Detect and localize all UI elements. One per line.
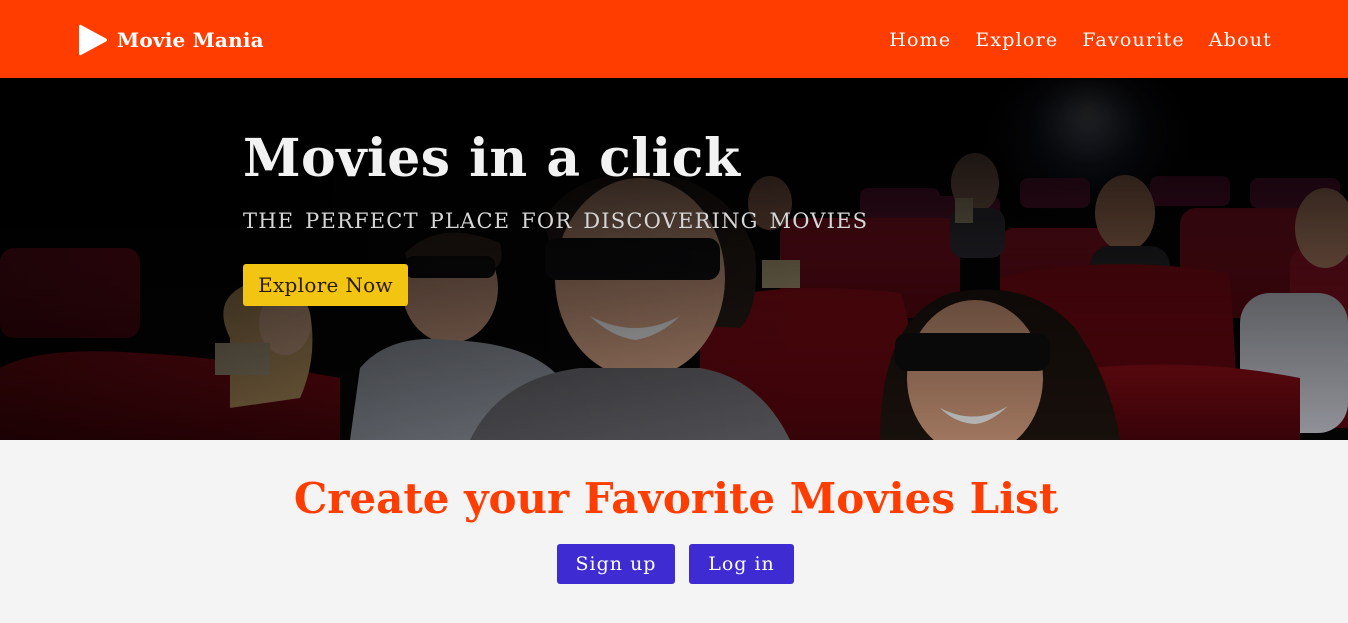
auth-buttons: Sign up Log in	[557, 544, 794, 584]
nav-link-about[interactable]: About	[1209, 27, 1272, 53]
brand-name: Movie Mania	[117, 28, 264, 52]
hero-tagline: THE PERFECT PLACE FOR DISCOVERING MOVIES	[243, 209, 869, 233]
hero-banner: Movies in a click THE PERFECT PLACE FOR …	[0, 78, 1348, 440]
navbar: Movie Mania Home Explore Favourite About	[0, 0, 1348, 78]
nav-link-home[interactable]: Home	[889, 27, 951, 53]
hero-title: Movies in a click	[243, 128, 741, 189]
nav-links: Home Explore Favourite About	[889, 27, 1272, 53]
cta-title: Create your Favorite Movies List	[293, 474, 1059, 523]
brand-link[interactable]: Movie Mania	[78, 22, 264, 58]
nav-link-explore[interactable]: Explore	[975, 27, 1058, 53]
play-icon	[79, 24, 107, 56]
hero-content: Movies in a click THE PERFECT PLACE FOR …	[243, 128, 869, 306]
explore-now-button[interactable]: Explore Now	[243, 264, 408, 306]
sign-up-button[interactable]: Sign up	[557, 544, 675, 584]
nav-link-favourite[interactable]: Favourite	[1082, 27, 1184, 53]
log-in-button[interactable]: Log in	[689, 544, 794, 584]
